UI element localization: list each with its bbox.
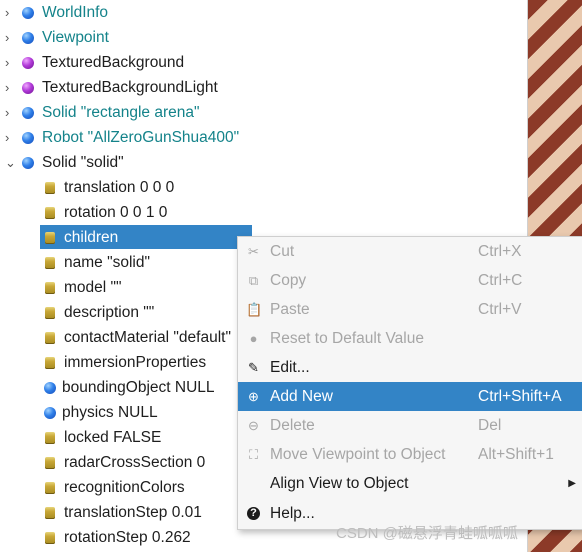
purple-sphere-icon — [22, 81, 34, 94]
field-icon — [45, 356, 55, 369]
node-label: Solid "rectangle arena" — [42, 104, 200, 121]
field-label: children — [64, 229, 119, 246]
tree-node-textured-background[interactable]: › TexturedBackground — [0, 50, 528, 75]
menu-item-label: Copy — [270, 272, 307, 289]
menu-item-shortcut: Alt+Shift+1 — [478, 446, 554, 463]
field-icon — [45, 431, 55, 444]
tree-node-solid[interactable]: ⌄ Solid "solid" — [0, 150, 528, 175]
watermark: CSDN @磁悬浮青蛙呱呱呱 — [336, 525, 518, 542]
expand-arrow-icon[interactable]: › — [5, 25, 9, 50]
field-icon — [45, 306, 55, 319]
scissors-icon: ✂ — [248, 244, 259, 259]
field-label: name "solid" — [64, 254, 150, 271]
field-rotation[interactable]: rotation 0 0 1 0 — [0, 200, 528, 225]
field-icon — [45, 231, 55, 244]
menu-item-label: Cut — [270, 243, 295, 260]
field-label: model "" — [64, 279, 122, 296]
field-label: boundingObject NULL — [62, 379, 215, 396]
field-icon — [45, 256, 55, 269]
expand-arrow-icon[interactable]: › — [5, 50, 9, 75]
expand-arrow-icon[interactable]: › — [5, 75, 9, 100]
node-label: WorldInfo — [42, 4, 109, 21]
submenu-arrow-icon: ▶ — [568, 478, 576, 489]
blue-sphere-icon — [22, 131, 34, 144]
field-label: recognitionColors — [64, 479, 185, 496]
menu-item-edit[interactable]: ✎ Edit... — [238, 353, 582, 382]
purple-sphere-icon — [22, 56, 34, 69]
move-viewpoint-icon: ⛶ — [248, 447, 259, 462]
node-label: Solid "solid" — [42, 154, 124, 171]
collapse-arrow-icon[interactable]: ⌄ — [5, 150, 16, 175]
expand-arrow-icon[interactable]: › — [5, 100, 9, 125]
edit-icon: ✎ — [248, 360, 259, 375]
field-label: contactMaterial "default" — [64, 329, 231, 346]
menu-item-shortcut: Ctrl+Shift+A — [478, 388, 562, 405]
field-icon — [45, 531, 55, 544]
field-label: physics NULL — [62, 404, 158, 421]
menu-item-label: Reset to Default Value — [270, 330, 424, 347]
menu-item-reset-to-default[interactable]: ● Reset to Default Value — [238, 324, 582, 353]
field-label: description "" — [64, 304, 155, 321]
menu-item-move-viewpoint[interactable]: ⛶ Move Viewpoint to Object Alt+Shift+1 — [238, 440, 582, 469]
field-icon — [45, 456, 55, 469]
menu-item-label: Paste — [270, 301, 310, 318]
menu-item-paste[interactable]: 📋 Paste Ctrl+V — [238, 295, 582, 324]
help-icon: ? — [247, 507, 260, 520]
menu-item-cut[interactable]: ✂ Cut Ctrl+X — [238, 237, 582, 266]
field-label: locked FALSE — [64, 429, 162, 446]
field-label: immersionProperties — [64, 354, 207, 371]
delete-icon: ⊖ — [248, 418, 259, 433]
field-label: rotation 0 0 1 0 — [64, 204, 168, 221]
menu-item-delete[interactable]: ⊖ Delete Del — [238, 411, 582, 440]
menu-item-label: Align View to Object — [270, 475, 409, 492]
blue-sphere-icon — [22, 106, 34, 119]
field-icon — [45, 281, 55, 294]
menu-item-shortcut: Ctrl+X — [478, 243, 522, 260]
field-translation[interactable]: translation 0 0 0 — [0, 175, 528, 200]
field-label: rotationStep 0.262 — [64, 529, 191, 546]
blue-sphere-icon — [22, 6, 34, 19]
field-label: radarCrossSection 0 — [64, 454, 206, 471]
tree-node-worldinfo[interactable]: › WorldInfo — [0, 0, 528, 25]
blue-sphere-icon — [22, 156, 34, 169]
menu-item-label: Delete — [270, 417, 315, 434]
menu-item-label: Edit... — [270, 359, 310, 376]
tree-node-textured-background-light[interactable]: › TexturedBackgroundLight — [0, 75, 528, 100]
expand-arrow-icon[interactable]: › — [5, 0, 9, 25]
menu-item-align-view[interactable]: Align View to Object ▶ — [238, 469, 582, 498]
node-label: Robot "AllZeroGunShua400" — [42, 129, 240, 146]
blue-sphere-icon — [44, 381, 56, 394]
field-label: translation 0 0 0 — [64, 179, 175, 196]
menu-item-shortcut: Ctrl+V — [478, 301, 522, 318]
tree-node-rectangle-arena[interactable]: › Solid "rectangle arena" — [0, 100, 528, 125]
copy-icon: ⧉ — [248, 273, 259, 288]
menu-item-shortcut: Ctrl+C — [478, 272, 523, 289]
field-icon — [45, 481, 55, 494]
menu-item-label: Move Viewpoint to Object — [270, 446, 446, 463]
field-icon — [45, 181, 55, 194]
reset-icon: ● — [249, 331, 258, 346]
node-label: Viewpoint — [42, 29, 109, 46]
node-label: TexturedBackground — [42, 54, 185, 71]
menu-item-label: Add New — [270, 388, 333, 405]
menu-item-copy[interactable]: ⧉ Copy Ctrl+C — [238, 266, 582, 295]
tree-node-robot[interactable]: › Robot "AllZeroGunShua400" — [0, 125, 528, 150]
field-label: translationStep 0.01 — [64, 504, 202, 521]
field-icon — [45, 506, 55, 519]
tree-node-viewpoint[interactable]: › Viewpoint — [0, 25, 528, 50]
node-label: TexturedBackgroundLight — [42, 79, 218, 96]
blue-sphere-icon — [22, 31, 34, 44]
paste-icon: 📋 — [246, 302, 263, 317]
field-icon — [45, 206, 55, 219]
field-icon — [45, 331, 55, 344]
blue-sphere-icon — [44, 406, 56, 419]
expand-arrow-icon[interactable]: › — [5, 125, 9, 150]
menu-item-shortcut: Del — [478, 417, 502, 434]
menu-item-add-new[interactable]: ⊕ Add New Ctrl+Shift+A — [238, 382, 582, 411]
context-menu: ✂ Cut Ctrl+X ⧉ Copy Ctrl+C 📋 Paste Ctrl+… — [237, 236, 582, 530]
menu-item-label: Help... — [270, 505, 315, 522]
add-icon: ⊕ — [248, 389, 259, 404]
